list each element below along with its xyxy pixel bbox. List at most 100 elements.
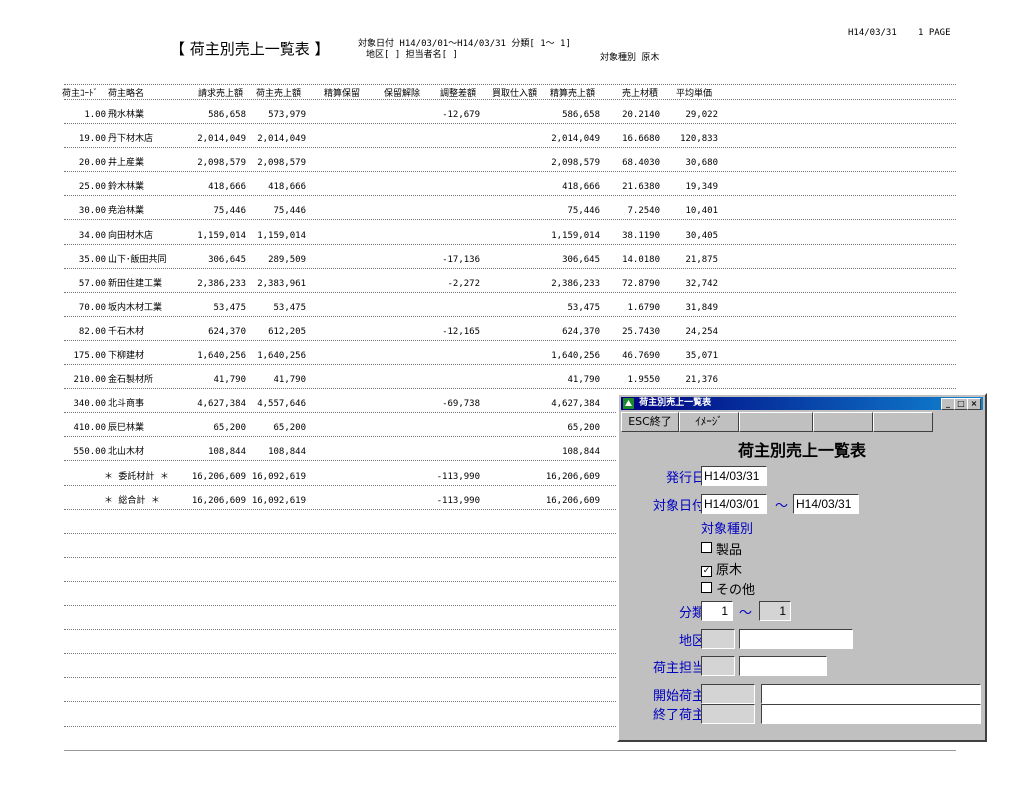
rule-line <box>64 147 956 148</box>
toolbar-button-5[interactable] <box>873 412 933 432</box>
cell-volume: 38.1190 <box>622 230 660 241</box>
col-adjust: 調整差額 <box>440 89 477 99</box>
start-owner-name-field[interactable] <box>761 684 981 704</box>
cell-code: 175.00 <box>73 351 106 361</box>
cell-settle: 41,790 <box>567 375 600 386</box>
minimize-button[interactable]: _ <box>941 398 955 410</box>
class-from-field[interactable]: 1 <box>701 601 733 621</box>
rule-line <box>64 195 956 196</box>
dialog-title: 荷主別売上一覧表 <box>639 398 712 408</box>
cell-settle: 4,627,384 <box>551 399 600 410</box>
owner-rep-name-field[interactable] <box>739 656 827 676</box>
target-date-label: 対象日付 <box>652 499 705 514</box>
start-owner-code-field[interactable] <box>701 684 755 704</box>
cell-adjust: -2,272 <box>447 278 480 289</box>
class-to-field[interactable]: 1 <box>759 601 791 621</box>
checkbox-log[interactable]: ✓ <box>701 566 712 577</box>
cell-billing: 306,645 <box>208 254 246 265</box>
rule-line <box>64 99 956 100</box>
owner-rep-code-field[interactable] <box>701 656 735 676</box>
date-to-field[interactable]: H14/03/31 <box>793 494 859 514</box>
cell-volume: 21.6380 <box>622 182 660 193</box>
cell-avg: 120,833 <box>680 134 718 145</box>
rule-line <box>64 340 956 341</box>
rule-line <box>64 364 956 365</box>
cell-sales: 65,200 <box>273 423 306 434</box>
cell-avg: 31,849 <box>685 302 718 313</box>
owner-rep-label: 荷主担当 <box>652 661 705 676</box>
cell-volume: 72.8790 <box>622 278 660 289</box>
close-button[interactable]: × <box>967 398 981 410</box>
option-product[interactable]: 製品 <box>701 539 742 558</box>
checkbox-other[interactable] <box>701 582 712 593</box>
cell-avg: 32,742 <box>685 278 718 289</box>
cell-billing: 2,014,049 <box>197 134 246 145</box>
cell-volume: 1.6790 <box>627 302 660 313</box>
cell-avg: 29,022 <box>685 110 718 120</box>
cell-sales: 573,979 <box>268 110 306 120</box>
end-owner-name-field[interactable] <box>761 704 981 724</box>
cell-code: 82.00 <box>78 326 106 337</box>
toolbar-button-3[interactable] <box>739 412 813 432</box>
cell-code: 1.00 <box>84 110 106 120</box>
cell-volume: 20.2140 <box>622 110 660 120</box>
checkbox-product[interactable] <box>701 542 712 553</box>
cell-code: 19.00 <box>78 134 106 145</box>
total-sales: 16,092,619 <box>251 495 306 506</box>
rule-line <box>64 268 956 269</box>
rule-line <box>64 316 956 317</box>
cell-volume: 14.0180 <box>622 254 660 265</box>
cell-settle: 108,844 <box>562 447 600 458</box>
date-from-field[interactable]: H14/03/01 <box>701 494 767 514</box>
cell-sales: 289,509 <box>268 254 306 265</box>
cell-sales: 612,205 <box>268 326 306 337</box>
cell-billing: 1,159,014 <box>197 230 246 241</box>
app-icon <box>623 398 634 409</box>
option-other[interactable]: その他 <box>701 579 755 598</box>
cell-settle: 306,645 <box>562 254 600 265</box>
cell-adjust: -12,165 <box>442 326 480 337</box>
cell-code: 20.00 <box>78 158 106 169</box>
rule-line <box>64 84 956 85</box>
report-title: 【 荷主別売上一覧表 】 <box>170 40 330 58</box>
cell-settle: 53,475 <box>567 302 600 313</box>
col-code: 荷主ｺｰﾄﾞ <box>62 89 99 99</box>
area-label: 地区 <box>678 634 705 649</box>
image-button[interactable]: ｲﾒｰｼﾞ <box>679 412 739 432</box>
area-name-field[interactable] <box>739 629 853 649</box>
cell-code: 25.00 <box>78 182 106 193</box>
col-hold: 精算保留 <box>324 89 361 99</box>
cell-avg: 19,349 <box>685 182 718 193</box>
class-range-tilde: ～ <box>739 606 753 621</box>
cell-sales: 41,790 <box>273 375 306 386</box>
cell-billing: 65,200 <box>213 423 246 434</box>
total-settle: 16,206,609 <box>545 495 600 506</box>
area-code-field[interactable] <box>701 629 735 649</box>
toolbar-button-4[interactable] <box>813 412 873 432</box>
cell-sales: 418,666 <box>268 182 306 193</box>
cell-billing: 108,844 <box>208 447 246 458</box>
report-dialog: 荷主別売上一覧表 _ □ × ESC終了 ｲﾒｰｼﾞ 荷主別売上一覧表 発行日 … <box>617 393 987 742</box>
col-settle: 精算売上額 <box>550 89 596 99</box>
cell-volume: 7.2540 <box>627 206 660 217</box>
col-billing: 請求売上額 <box>198 89 244 99</box>
cell-settle: 75,446 <box>567 206 600 217</box>
cell-settle: 2,014,049 <box>551 134 600 145</box>
cell-code: 550.00 <box>73 447 106 458</box>
cell-code: 70.00 <box>78 302 106 313</box>
total-sales: 16,092,619 <box>251 471 306 482</box>
cell-billing: 41,790 <box>213 375 246 386</box>
cell-sales: 53,475 <box>273 302 306 313</box>
cell-volume: 1.9550 <box>627 375 660 386</box>
esc-exit-button[interactable]: ESC終了 <box>621 412 679 432</box>
option-log[interactable]: ✓ 原木 <box>701 559 742 578</box>
cell-avg: 21,376 <box>685 375 718 386</box>
cell-code: 35.00 <box>78 254 106 265</box>
cell-billing: 624,370 <box>208 326 246 337</box>
cell-settle: 624,370 <box>562 326 600 337</box>
dialog-titlebar[interactable]: 荷主別売上一覧表 _ □ × <box>621 397 983 410</box>
end-owner-code-field[interactable] <box>701 704 755 724</box>
issue-date-field[interactable]: H14/03/31 <box>701 466 767 486</box>
maximize-button[interactable]: □ <box>954 398 968 410</box>
cell-sales: 2,383,961 <box>257 278 306 289</box>
